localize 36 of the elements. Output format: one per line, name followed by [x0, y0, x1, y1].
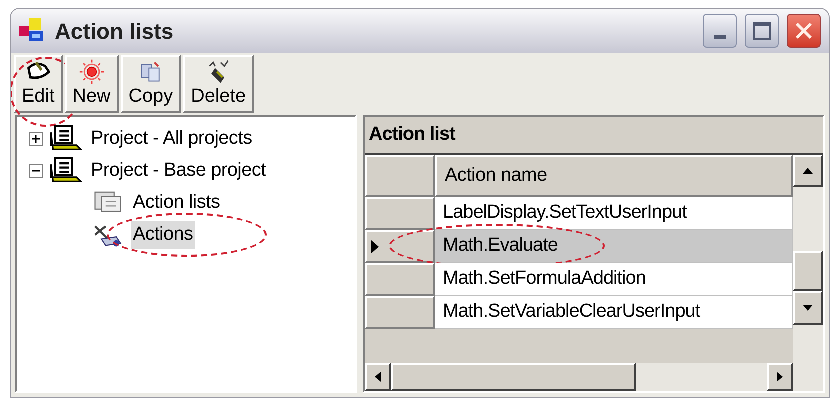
toolbar-button[interactable]: Delete — [183, 55, 254, 113]
scroll-down-button[interactable] — [793, 291, 823, 325]
plus-icon — [32, 135, 40, 143]
table-cell[interactable]: LabelDisplay.SetTextUserInput — [435, 197, 793, 230]
horizontal-scrollbar[interactable] — [365, 363, 793, 391]
scroll-thumb[interactable] — [391, 363, 636, 391]
close-button[interactable] — [787, 14, 821, 48]
table-cell[interactable]: Math.SetVariableClearUserInput — [435, 296, 793, 329]
tree-item[interactable]: Actions — [131, 220, 196, 250]
close-icon — [795, 22, 813, 40]
window-title: Action lists — [55, 18, 174, 46]
table-cell[interactable]: Math.SetFormulaAddition — [435, 263, 793, 296]
scroll-up-button[interactable] — [793, 155, 823, 187]
table-cell[interactable]: Math.Evaluate — [435, 230, 793, 263]
maximize-button[interactable] — [745, 14, 779, 48]
collapse-toggle[interactable] — [29, 164, 43, 178]
toolbar-button[interactable]: Copy — [120, 55, 182, 113]
toolbar-button[interactable]: Edit — [14, 55, 63, 113]
column-header[interactable]: Action name — [435, 155, 793, 197]
down-arrow-icon — [803, 305, 813, 311]
minimize-button[interactable] — [703, 14, 737, 48]
tree-item[interactable]: Project - All projects — [89, 124, 254, 154]
scroll-thumb[interactable] — [793, 251, 823, 291]
current-row-icon — [371, 240, 379, 254]
grid-caption: Action list — [369, 122, 456, 147]
scroll-left-button[interactable] — [365, 363, 391, 391]
right-arrow-icon — [777, 372, 783, 382]
tree-item[interactable]: Action lists — [131, 188, 222, 218]
row-header[interactable] — [365, 230, 435, 263]
up-arrow-icon — [803, 168, 813, 174]
vertical-scrollbar[interactable] — [793, 155, 823, 391]
expand-toggle[interactable] — [29, 132, 43, 146]
tree-item[interactable]: Project - Base project — [89, 156, 268, 186]
left-arrow-icon — [375, 372, 381, 382]
scroll-right-button[interactable] — [767, 363, 793, 391]
toolbar-button[interactable]: New — [64, 55, 119, 113]
